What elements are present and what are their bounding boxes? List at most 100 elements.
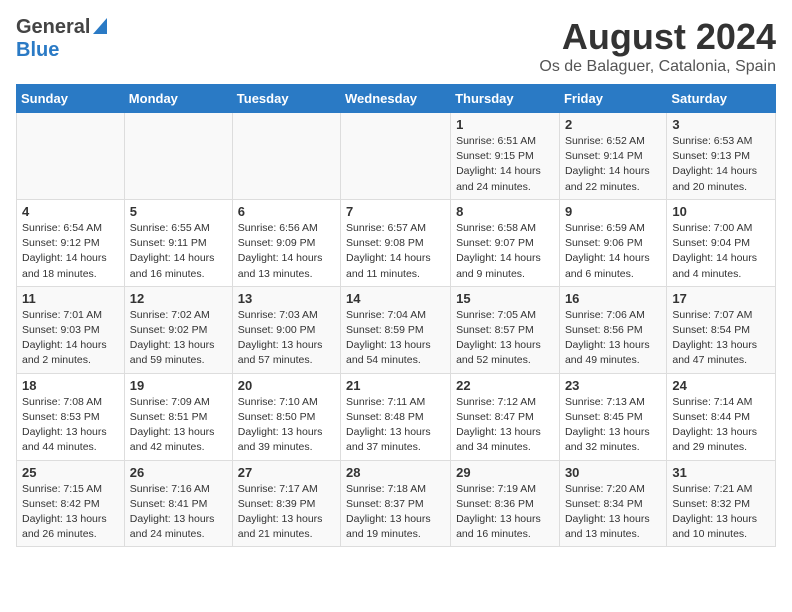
calendar-week-1: 1 Sunrise: 6:51 AM Sunset: 9:15 PM Daylig… xyxy=(17,113,776,200)
day-detail: Sunrise: 7:19 AM Sunset: 8:36 PM Dayligh… xyxy=(456,482,554,543)
calendar-cell: 16 Sunrise: 7:06 AM Sunset: 8:56 PM Dayli… xyxy=(559,286,666,373)
day-detail: Sunrise: 6:58 AM Sunset: 9:07 PM Dayligh… xyxy=(456,221,554,282)
calendar-cell xyxy=(341,113,451,200)
calendar-header-row: SundayMondayTuesdayWednesdayThursdayFrid… xyxy=(17,85,776,113)
day-number: 4 xyxy=(22,204,119,219)
day-number: 18 xyxy=(22,378,119,393)
calendar-cell: 19Sunrise: 7:09 AM Sunset: 8:51 PM Dayli… xyxy=(124,373,232,460)
day-number: 12 xyxy=(130,291,227,306)
calendar-cell: 12 Sunrise: 7:02 AM Sunset: 9:02 PM Dayli… xyxy=(124,286,232,373)
day-number: 13 xyxy=(238,291,335,306)
day-detail: Sunrise: 6:54 AM Sunset: 9:12 PM Dayligh… xyxy=(22,221,119,282)
day-detail: Sunrise: 7:17 AM Sunset: 8:39 PM Dayligh… xyxy=(238,482,335,543)
day-number: 14 xyxy=(346,291,445,306)
day-number: 24 xyxy=(672,378,770,393)
day-detail: Sunrise: 7:06 AM Sunset: 8:56 PM Dayligh… xyxy=(565,308,661,369)
day-number: 5 xyxy=(130,204,227,219)
calendar-cell: 22 Sunrise: 7:12 AM Sunset: 8:47 PM Dayli… xyxy=(451,373,560,460)
day-number: 15 xyxy=(456,291,554,306)
day-detail: Sunrise: 6:51 AM Sunset: 9:15 PM Dayligh… xyxy=(456,134,554,195)
day-number: 11 xyxy=(22,291,119,306)
day-number: 21 xyxy=(346,378,445,393)
day-number: 19 xyxy=(130,378,227,393)
day-detail: Sunrise: 7:07 AM Sunset: 8:54 PM Dayligh… xyxy=(672,308,770,369)
calendar-cell: 29 Sunrise: 7:19 AM Sunset: 8:36 PM Dayli… xyxy=(451,460,560,547)
logo: General Blue xyxy=(16,16,107,62)
day-number: 20 xyxy=(238,378,335,393)
day-number: 27 xyxy=(238,465,335,480)
day-detail: Sunrise: 7:13 AM Sunset: 8:45 PM Dayligh… xyxy=(565,395,661,456)
day-number: 16 xyxy=(565,291,661,306)
day-detail: Sunrise: 7:02 AM Sunset: 9:02 PM Dayligh… xyxy=(130,308,227,369)
calendar-cell: 27 Sunrise: 7:17 AM Sunset: 8:39 PM Dayli… xyxy=(232,460,340,547)
day-detail: Sunrise: 7:15 AM Sunset: 8:42 PM Dayligh… xyxy=(22,482,119,543)
day-number: 17 xyxy=(672,291,770,306)
day-number: 25 xyxy=(22,465,119,480)
page-header: General Blue August 2024 Os de Balaguer,… xyxy=(16,16,776,76)
calendar-cell: 23 Sunrise: 7:13 AM Sunset: 8:45 PM Dayli… xyxy=(559,373,666,460)
day-number: 9 xyxy=(565,204,661,219)
calendar-cell xyxy=(124,113,232,200)
location-subtitle: Os de Balaguer, Catalonia, Spain xyxy=(539,58,776,76)
day-detail: Sunrise: 6:55 AM Sunset: 9:11 PM Dayligh… xyxy=(130,221,227,282)
header-wednesday: Wednesday xyxy=(341,85,451,113)
day-detail: Sunrise: 7:01 AM Sunset: 9:03 PM Dayligh… xyxy=(22,308,119,369)
calendar-cell: 15Sunrise: 7:05 AM Sunset: 8:57 PM Dayli… xyxy=(451,286,560,373)
calendar-cell: 8 Sunrise: 6:58 AM Sunset: 9:07 PM Daylig… xyxy=(451,199,560,286)
day-detail: Sunrise: 6:56 AM Sunset: 9:09 PM Dayligh… xyxy=(238,221,335,282)
day-number: 29 xyxy=(456,465,554,480)
day-number: 26 xyxy=(130,465,227,480)
calendar-cell: 13 Sunrise: 7:03 AM Sunset: 9:00 PM Dayli… xyxy=(232,286,340,373)
calendar-cell: 1 Sunrise: 6:51 AM Sunset: 9:15 PM Daylig… xyxy=(451,113,560,200)
logo-general: General xyxy=(16,16,90,39)
month-title: August 2024 xyxy=(539,16,776,58)
header-thursday: Thursday xyxy=(451,85,560,113)
calendar-cell: 28Sunrise: 7:18 AM Sunset: 8:37 PM Dayli… xyxy=(341,460,451,547)
calendar-cell: 26Sunrise: 7:16 AM Sunset: 8:41 PM Dayli… xyxy=(124,460,232,547)
calendar-cell: 2 Sunrise: 6:52 AM Sunset: 9:14 PM Daylig… xyxy=(559,113,666,200)
day-number: 23 xyxy=(565,378,661,393)
calendar-week-4: 18 Sunrise: 7:08 AM Sunset: 8:53 PM Dayli… xyxy=(17,373,776,460)
header-saturday: Saturday xyxy=(667,85,776,113)
day-detail: Sunrise: 7:03 AM Sunset: 9:00 PM Dayligh… xyxy=(238,308,335,369)
calendar-cell: 30 Sunrise: 7:20 AM Sunset: 8:34 PM Dayli… xyxy=(559,460,666,547)
logo-blue: Blue xyxy=(16,39,59,61)
calendar-cell: 25 Sunrise: 7:15 AM Sunset: 8:42 PM Dayli… xyxy=(17,460,125,547)
day-number: 3 xyxy=(672,117,770,132)
day-number: 22 xyxy=(456,378,554,393)
day-number: 8 xyxy=(456,204,554,219)
day-number: 2 xyxy=(565,117,661,132)
calendar-cell: 11 Sunrise: 7:01 AM Sunset: 9:03 PM Dayli… xyxy=(17,286,125,373)
day-detail: Sunrise: 7:12 AM Sunset: 8:47 PM Dayligh… xyxy=(456,395,554,456)
calendar-cell: 21 Sunrise: 7:11 AM Sunset: 8:48 PM Dayli… xyxy=(341,373,451,460)
calendar-cell: 7Sunrise: 6:57 AM Sunset: 9:08 PM Daylig… xyxy=(341,199,451,286)
day-number: 30 xyxy=(565,465,661,480)
calendar-cell: 17 Sunrise: 7:07 AM Sunset: 8:54 PM Dayli… xyxy=(667,286,776,373)
calendar-week-3: 11 Sunrise: 7:01 AM Sunset: 9:03 PM Dayli… xyxy=(17,286,776,373)
calendar-cell: 14 Sunrise: 7:04 AM Sunset: 8:59 PM Dayli… xyxy=(341,286,451,373)
logo-triangle-icon xyxy=(93,18,107,39)
day-number: 10 xyxy=(672,204,770,219)
day-number: 6 xyxy=(238,204,335,219)
calendar-table: SundayMondayTuesdayWednesdayThursdayFrid… xyxy=(16,84,776,547)
day-detail: Sunrise: 6:57 AM Sunset: 9:08 PM Dayligh… xyxy=(346,221,445,282)
calendar-week-2: 4 Sunrise: 6:54 AM Sunset: 9:12 PM Daylig… xyxy=(17,199,776,286)
calendar-cell: 31 Sunrise: 7:21 AM Sunset: 8:32 PM Dayli… xyxy=(667,460,776,547)
day-detail: Sunrise: 7:04 AM Sunset: 8:59 PM Dayligh… xyxy=(346,308,445,369)
calendar-cell: 9 Sunrise: 6:59 AM Sunset: 9:06 PM Daylig… xyxy=(559,199,666,286)
day-detail: Sunrise: 6:59 AM Sunset: 9:06 PM Dayligh… xyxy=(565,221,661,282)
calendar-cell: 18 Sunrise: 7:08 AM Sunset: 8:53 PM Dayli… xyxy=(17,373,125,460)
day-number: 1 xyxy=(456,117,554,132)
day-detail: Sunrise: 7:20 AM Sunset: 8:34 PM Dayligh… xyxy=(565,482,661,543)
day-detail: Sunrise: 7:18 AM Sunset: 8:37 PM Dayligh… xyxy=(346,482,445,543)
header-friday: Friday xyxy=(559,85,666,113)
day-number: 31 xyxy=(672,465,770,480)
day-detail: Sunrise: 7:08 AM Sunset: 8:53 PM Dayligh… xyxy=(22,395,119,456)
day-detail: Sunrise: 7:21 AM Sunset: 8:32 PM Dayligh… xyxy=(672,482,770,543)
day-detail: Sunrise: 6:52 AM Sunset: 9:14 PM Dayligh… xyxy=(565,134,661,195)
calendar-cell xyxy=(17,113,125,200)
day-detail: Sunrise: 7:11 AM Sunset: 8:48 PM Dayligh… xyxy=(346,395,445,456)
day-detail: Sunrise: 7:14 AM Sunset: 8:44 PM Dayligh… xyxy=(672,395,770,456)
calendar-cell: 10Sunrise: 7:00 AM Sunset: 9:04 PM Dayli… xyxy=(667,199,776,286)
day-detail: Sunrise: 7:10 AM Sunset: 8:50 PM Dayligh… xyxy=(238,395,335,456)
